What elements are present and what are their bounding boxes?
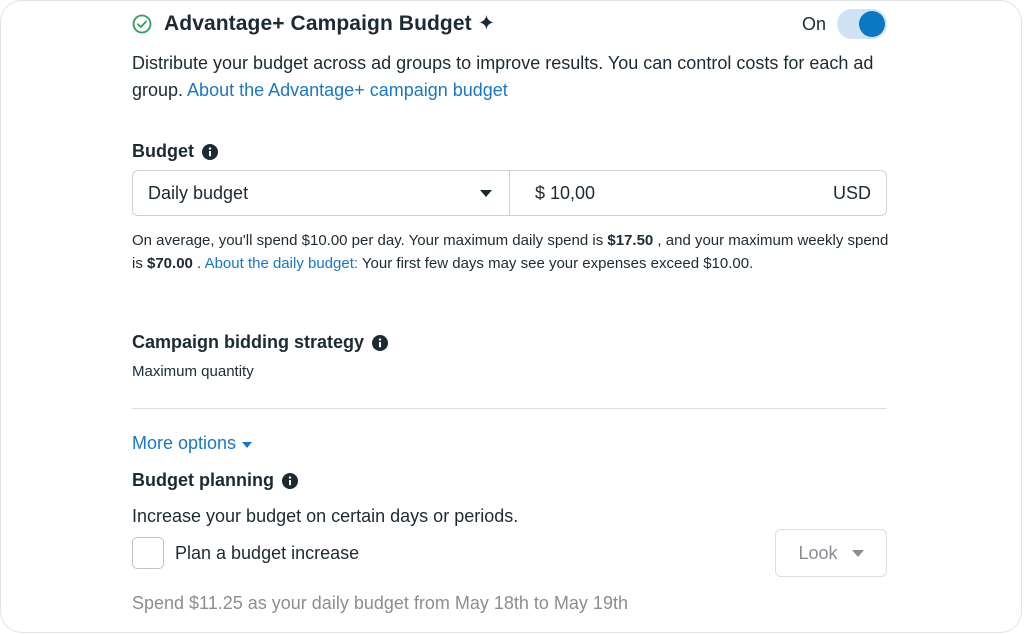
more-options-toggle[interactable]: More options (132, 433, 253, 454)
spend-note-text: Your first few days may see your expense… (358, 255, 754, 272)
budget-heading: Budget (132, 141, 218, 162)
plan-budget-increase-label[interactable]: Plan a budget increase (175, 543, 359, 564)
info-icon[interactable] (202, 143, 218, 160)
divider (132, 408, 887, 409)
budget-planning-description: Increase your budget on certain days or … (132, 506, 519, 526)
spend-note: On average, you'll spend $10.00 per day.… (132, 229, 892, 275)
budget-type-value: Daily budget (148, 182, 249, 203)
info-icon[interactable] (281, 472, 298, 489)
budget-control: Daily budget $ 10,00 USD (132, 170, 887, 216)
budget-heading-label: Budget (132, 141, 194, 161)
budget-amount-value: $ 10,00 (535, 182, 596, 203)
bidding-strategy-value: Maximum quantity (132, 363, 254, 380)
caret-down-icon (851, 549, 864, 557)
budget-type-dropdown[interactable]: Daily budget (133, 171, 510, 215)
section-description: Distribute your budget across ad groups … (132, 50, 892, 104)
info-icon[interactable] (372, 334, 389, 351)
plan-budget-increase-checkbox[interactable] (132, 537, 164, 569)
look-dropdown-button[interactable]: Look (775, 529, 887, 577)
max-daily-spend: $17.50 (607, 232, 654, 249)
toggle-label: On (802, 14, 827, 34)
spend-note-text: . (192, 255, 205, 272)
campaign-budget-card: Advantage+ Campaign Budget ✦ On Distribu… (0, 0, 1022, 633)
planned-spend-text: Spend $11.25 as your daily budget from M… (132, 593, 628, 613)
max-weekly-spend: $70.00 (147, 255, 193, 272)
spend-note-text: On average, you'll spend $10.00 per day.… (132, 232, 608, 249)
more-options-label: More options (132, 433, 237, 453)
bidding-heading-label: Campaign bidding strategy (132, 332, 365, 352)
budget-planning-heading: Budget planning (132, 470, 298, 491)
look-label: Look (798, 542, 838, 563)
budget-amount-input[interactable]: $ 10,00 USD (510, 171, 886, 215)
currency-label: USD (832, 182, 871, 203)
about-daily-budget-link[interactable]: About the daily budget: (205, 255, 358, 272)
caret-down-icon (480, 189, 492, 197)
toggle-knob (859, 11, 885, 37)
campaign-budget-toggle[interactable] (837, 9, 887, 39)
section-title: Advantage+ Campaign Budget ✦ (164, 12, 496, 35)
bidding-strategy-heading: Campaign bidding strategy (132, 332, 389, 353)
check-circle-icon (132, 14, 152, 34)
caret-down-icon (242, 441, 253, 448)
budget-planning-label: Budget planning (132, 470, 274, 490)
about-advantage-budget-link[interactable]: About the Advantage+ campaign budget (187, 80, 508, 100)
